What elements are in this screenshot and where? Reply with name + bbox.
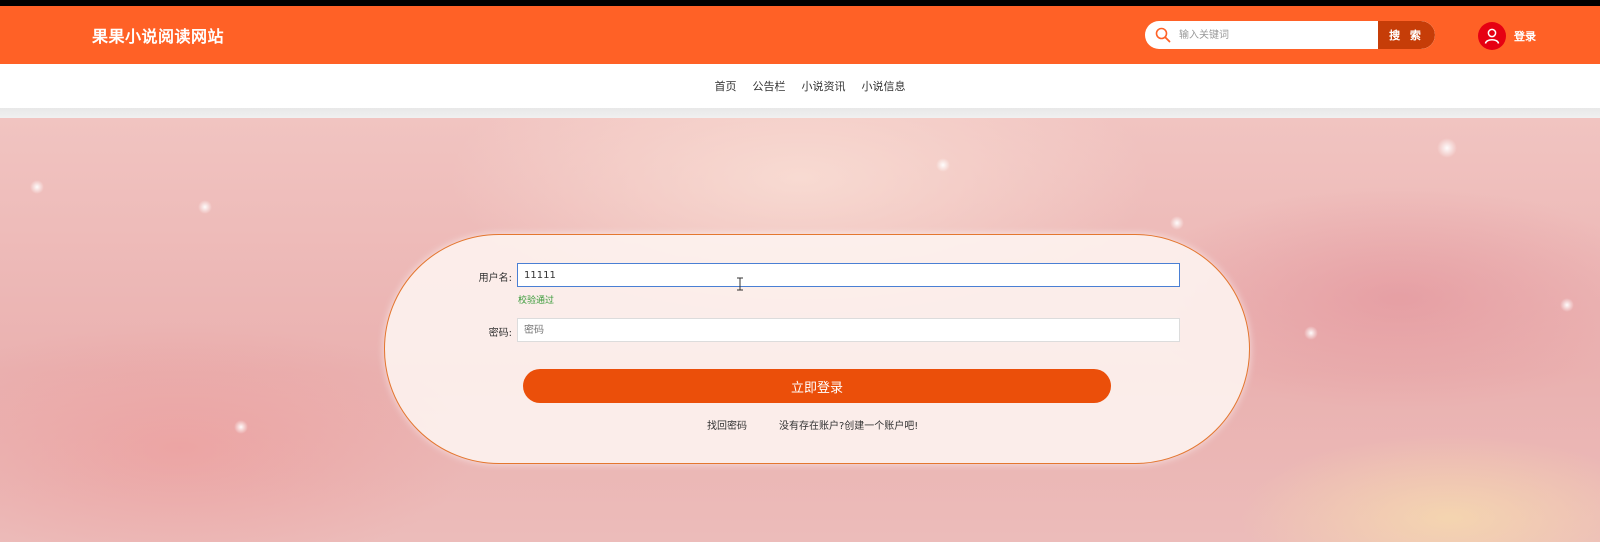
nav-item-novel-news[interactable]: 小说资讯: [802, 78, 846, 94]
main-nav: 首页 公告栏 小说资讯 小说信息: [0, 64, 1600, 108]
password-label: 密码:: [488, 328, 512, 339]
password-input[interactable]: [517, 318, 1180, 342]
username-label: 用户名:: [478, 273, 512, 284]
login-submit-button[interactable]: 立即登录: [523, 369, 1111, 403]
nav-item-novel-info[interactable]: 小说信息: [862, 78, 906, 94]
search-icon: [1155, 27, 1171, 43]
register-link[interactable]: 没有存在账户?创建一个账户吧!: [779, 417, 918, 432]
username-validation-message: 校验通过: [518, 296, 555, 306]
login-link[interactable]: 登录: [1514, 28, 1536, 44]
site-title[interactable]: 果果小说阅读网站: [92, 23, 224, 47]
search-box: 搜 索: [1145, 21, 1435, 49]
text-cursor-icon: [736, 276, 744, 291]
nav-divider: [0, 108, 1600, 118]
site-header: 果果小说阅读网站 搜 索 登录: [0, 6, 1600, 64]
username-input[interactable]: [517, 263, 1180, 287]
nav-item-home[interactable]: 首页: [715, 78, 737, 94]
search-input[interactable]: [1179, 21, 1379, 49]
search-button[interactable]: 搜 索: [1378, 21, 1435, 49]
user-avatar-icon[interactable]: [1478, 22, 1506, 50]
forgot-password-link[interactable]: 找回密码: [707, 417, 747, 432]
nav-item-announcements[interactable]: 公告栏: [753, 78, 786, 94]
